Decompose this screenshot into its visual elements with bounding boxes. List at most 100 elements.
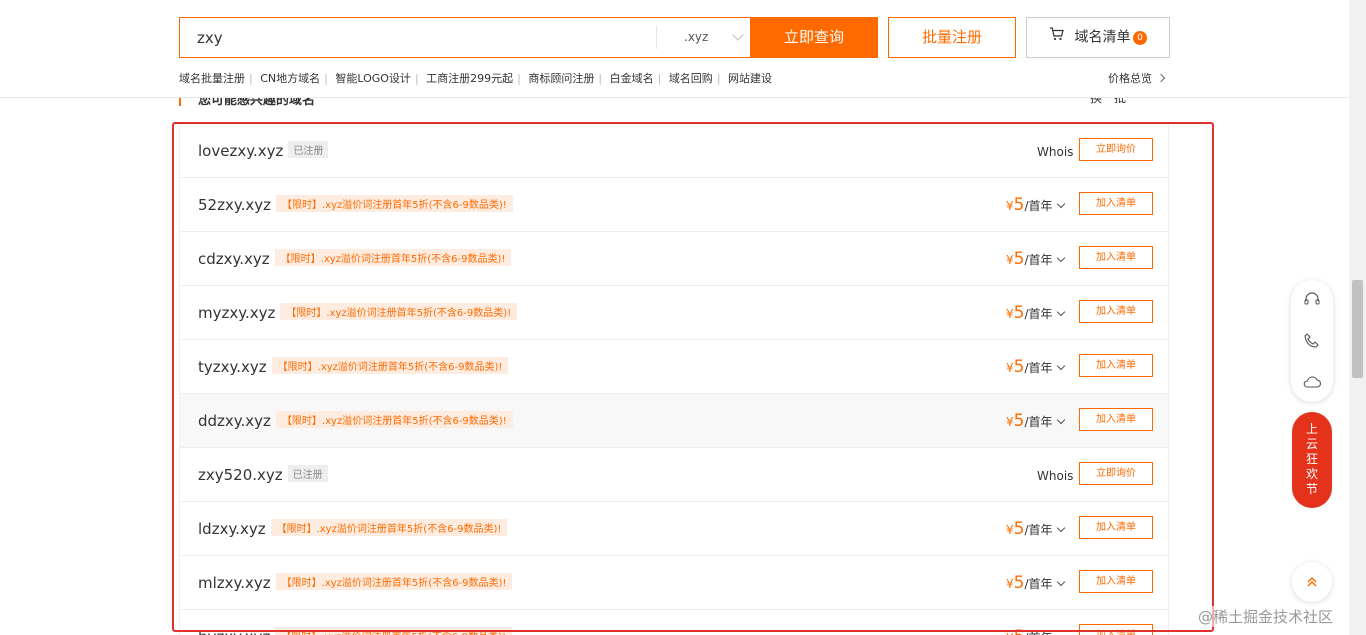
price-unit: /首年 xyxy=(1024,253,1053,267)
add-to-list-button[interactable]: 加入清单 xyxy=(1079,516,1153,539)
quick-link[interactable]: 智能LOGO设计 xyxy=(335,72,411,85)
domain-name-cell: lovezxy.xyz 已注册 xyxy=(198,141,329,160)
price-unit: /首年 xyxy=(1024,361,1053,375)
promo-badge: 【限时】.xyz溢价词注册首年5折(不含6-9数品类)! xyxy=(275,195,513,212)
cart-label: 域名清单 xyxy=(1074,29,1131,46)
promo-char: 节 xyxy=(1305,482,1318,496)
domain-name[interactable]: myzxy.xyz xyxy=(198,304,275,322)
batch-register-button[interactable]: 批量注册 xyxy=(888,17,1016,58)
price-selector[interactable]: ¥5/首年 xyxy=(1006,411,1065,431)
chevron-down-icon xyxy=(1056,253,1065,263)
domain-name[interactable]: lovezxy.xyz xyxy=(198,142,283,160)
customer-service-icon[interactable] xyxy=(1302,290,1322,310)
chevron-down-icon xyxy=(1056,577,1065,587)
price-value: 5 xyxy=(1014,627,1025,635)
domain-row: lovezxy.xyz 已注册 Whois 立即询价 xyxy=(180,124,1168,178)
price-value: 5 xyxy=(1013,249,1025,269)
whois-link[interactable]: Whois xyxy=(1037,469,1073,483)
promo-badge: 【限时】.xyz溢价词注册首年5折(不含6-9数品类)! xyxy=(275,573,513,590)
quick-link[interactable]: 白金域名 xyxy=(610,72,654,85)
domain-name[interactable]: cdzxy.xyz xyxy=(198,250,270,268)
domain-row: hyzxy.xyz 【限时】.xyz溢价词注册首年5折(不含6-9数品类)! ¥5/… xyxy=(180,610,1168,635)
price-selector[interactable]: ¥5/首年 xyxy=(1006,357,1065,377)
price-value: 5 xyxy=(1013,357,1025,377)
domain-name[interactable]: 52zxy.xyz xyxy=(198,196,271,214)
currency-symbol: ¥ xyxy=(1006,415,1014,429)
cloud-icon[interactable] xyxy=(1302,372,1322,392)
back-to-top-button[interactable] xyxy=(1292,562,1332,602)
chevron-down-icon xyxy=(732,29,744,41)
price-unit: /首年 xyxy=(1024,577,1053,591)
add-to-list-button[interactable]: 加入清单 xyxy=(1079,246,1153,269)
price-selector[interactable]: ¥5/首年 xyxy=(1006,519,1065,539)
price-value: 5 xyxy=(1013,573,1025,593)
price-value: 5 xyxy=(1013,195,1025,215)
domain-name-cell: 52zxy.xyz 【限时】.xyz溢价词注册首年5折(不含6-9数品类)! xyxy=(198,195,513,214)
arrow-up-icon xyxy=(1307,577,1317,587)
domain-name-cell: cdzxy.xyz 【限时】.xyz溢价词注册首年5折(不含6-9数品类)! xyxy=(198,249,512,268)
promo-badge: 【限时】.xyz溢价词注册首年5折(不含6-9数品类)! xyxy=(275,627,513,635)
phone-icon[interactable] xyxy=(1302,331,1322,351)
scrollbar[interactable] xyxy=(1349,0,1366,635)
domain-cart-button[interactable]: 域名清单 0 xyxy=(1026,17,1170,58)
inquire-price-button[interactable]: 立即询价 xyxy=(1079,462,1153,485)
chevron-down-icon xyxy=(1056,523,1065,533)
domain-row: mlzxy.xyz 【限时】.xyz溢价词注册首年5折(不含6-9数品类)! ¥5/… xyxy=(180,556,1168,610)
domain-search-page: 您可能感兴趣的域名 换一批 .xyz 立即查询 批量注册 域名清单 0 域名批量… xyxy=(0,0,1366,635)
quick-link[interactable]: 域名回购 xyxy=(669,72,713,85)
add-to-list-button[interactable]: 加入清单 xyxy=(1079,354,1153,377)
domain-name-cell: myzxy.xyz 【限时】.xyz溢价词注册首年5折(不含6-9数品类)! xyxy=(198,303,518,322)
search-button[interactable]: 立即查询 xyxy=(750,17,878,58)
promo-festival-tag[interactable]: 上 云 狂 欢 节 xyxy=(1292,412,1332,508)
promo-char: 狂 xyxy=(1305,452,1318,466)
chevron-right-icon xyxy=(1156,73,1166,83)
domain-row: tyzxy.xyz 【限时】.xyz溢价词注册首年5折(不含6-9数品类)! ¥5/… xyxy=(180,340,1168,394)
quick-link[interactable]: 网站建设 xyxy=(728,72,772,85)
domain-row: cdzxy.xyz 【限时】.xyz溢价词注册首年5折(不含6-9数品类)! ¥5/… xyxy=(180,232,1168,286)
quick-link[interactable]: 工商注册299元起 xyxy=(426,72,513,85)
inquire-price-button[interactable]: 立即询价 xyxy=(1079,138,1153,161)
whois-link[interactable]: Whois xyxy=(1037,145,1073,159)
scrollbar-thumb[interactable] xyxy=(1352,280,1363,378)
add-to-list-button[interactable]: 加入清单 xyxy=(1079,300,1153,323)
domain-name[interactable]: mlzxy.xyz xyxy=(198,574,271,592)
quick-link[interactable]: 商标顾问注册 xyxy=(528,72,594,85)
price-selector[interactable]: ¥5/首年 xyxy=(1006,195,1065,215)
domain-name[interactable]: tyzxy.xyz xyxy=(198,358,267,376)
domain-row: ldzxy.xyz 【限时】.xyz溢价词注册首年5折(不含6-9数品类)! ¥5/… xyxy=(180,502,1168,556)
add-to-list-button[interactable]: 加入清单 xyxy=(1079,570,1153,593)
cart-count-badge: 0 xyxy=(1133,31,1147,45)
price-selector[interactable]: ¥5/首年 xyxy=(1006,573,1065,593)
domain-name-cell: ldzxy.xyz 【限时】.xyz溢价词注册首年5折(不含6-9数品类)! xyxy=(198,519,508,538)
domain-name[interactable]: hyzxy.xyz xyxy=(198,628,270,635)
quick-link[interactable]: CN地方域名 xyxy=(260,72,320,85)
price-selector[interactable]: ¥5/首年 xyxy=(1006,627,1065,635)
search-input[interactable] xyxy=(180,18,656,57)
price-selector[interactable]: ¥5/首年 xyxy=(1006,249,1065,269)
search-header: .xyz 立即查询 批量注册 域名清单 0 域名批量注册| CN地方域名| 智能… xyxy=(0,0,1366,98)
side-toolbar xyxy=(1291,280,1333,402)
promo-badge: 【限时】.xyz溢价词注册首年5折(不含6-9数品类)! xyxy=(280,303,518,320)
price-selector[interactable]: ¥5/首年 xyxy=(1006,303,1065,323)
add-to-list-button[interactable]: 加入清单 xyxy=(1079,192,1153,215)
domain-row: ddzxy.xyz 【限时】.xyz溢价词注册首年5折(不含6-9数品类)! ¥5/… xyxy=(180,394,1168,448)
cart-icon xyxy=(1049,18,1064,57)
domain-list: lovezxy.xyz 已注册 Whois 立即询价 52zxy.xyz 【限时】.xyz… xyxy=(179,124,1169,635)
price-unit: /首年 xyxy=(1024,631,1052,635)
price-unit: /首年 xyxy=(1024,415,1053,429)
domain-name[interactable]: zxy520.xyz xyxy=(198,466,283,484)
suffix-select[interactable]: .xyz xyxy=(656,26,751,49)
promo-char: 上 xyxy=(1305,422,1318,436)
watermark: @稀土掘金技术社区 xyxy=(1196,606,1336,627)
quick-link[interactable]: 域名批量注册 xyxy=(179,72,245,85)
add-to-list-button[interactable]: 加入清单 xyxy=(1079,408,1153,431)
chevron-down-icon xyxy=(1056,415,1065,425)
registered-badge: 已注册 xyxy=(288,141,329,158)
currency-symbol: ¥ xyxy=(1006,631,1014,635)
promo-badge: 【限时】.xyz溢价词注册首年5折(不含6-9数品类)! xyxy=(270,519,508,536)
domain-name[interactable]: ddzxy.xyz xyxy=(198,412,271,430)
domain-name[interactable]: ldzxy.xyz xyxy=(198,520,266,538)
domain-name-cell: zxy520.xyz 已注册 xyxy=(198,465,328,484)
add-to-list-button[interactable]: 加入清单 xyxy=(1079,624,1153,635)
price-overview-link[interactable]: 价格总览 xyxy=(1108,70,1166,86)
